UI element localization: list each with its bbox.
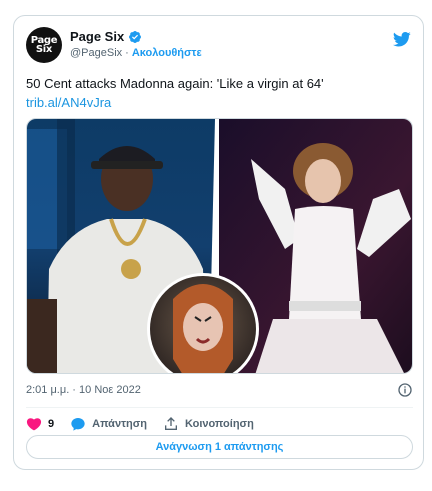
separator-dot: ·	[125, 47, 129, 59]
tweet-text: 50 Cent attacks Madonna again: 'Like a v…	[26, 74, 416, 112]
name-row: Page Six	[70, 29, 142, 44]
display-name[interactable]: Page Six	[70, 29, 124, 44]
share-button[interactable]: Κοινοποίηση	[163, 416, 254, 432]
share-label: Κοινοποίηση	[184, 418, 254, 430]
speech-bubble-icon	[71, 418, 85, 431]
action-bar: 9 Απάντηση Κοινοποίηση	[26, 413, 270, 435]
divider	[26, 407, 413, 408]
share-icon	[164, 417, 177, 430]
heart-icon	[26, 418, 42, 431]
verified-badge-icon	[129, 30, 142, 43]
tweet-link[interactable]: trib.al/AN4vJra	[26, 93, 416, 112]
reply-button[interactable]: Απάντηση	[70, 416, 147, 432]
read-replies-button[interactable]: Ανάγνωση 1 απάντησης	[26, 435, 413, 459]
avatar-text-line2: Six	[35, 44, 53, 55]
info-icon[interactable]	[397, 382, 413, 398]
follow-button[interactable]: Ακολουθήστε	[132, 47, 202, 59]
like-button[interactable]: 9	[26, 416, 54, 432]
tweet-photo-image	[27, 119, 412, 373]
avatar[interactable]: Page Six	[26, 27, 62, 63]
tweet-card: Page Six Page Six @PageSix · Ακολουθήστε 5…	[13, 15, 424, 470]
tweet-timestamp[interactable]: 2:01 μ.μ. · 10 Νοε 2022	[26, 384, 141, 396]
tweet-header: Page Six Page Six @PageSix · Ακολουθήστε	[26, 27, 413, 65]
handle[interactable]: @PageSix	[70, 47, 122, 59]
reply-label: Απάντηση	[92, 418, 147, 430]
tweet-photo[interactable]	[26, 118, 413, 374]
handle-row: @PageSix · Ακολουθήστε	[70, 47, 202, 59]
twitter-bird-icon[interactable]	[393, 30, 411, 48]
like-count: 9	[48, 418, 55, 430]
tweet-body: 50 Cent attacks Madonna again: 'Like a v…	[26, 76, 324, 91]
timestamp-row: 2:01 μ.μ. · 10 Νοε 2022	[26, 381, 413, 401]
